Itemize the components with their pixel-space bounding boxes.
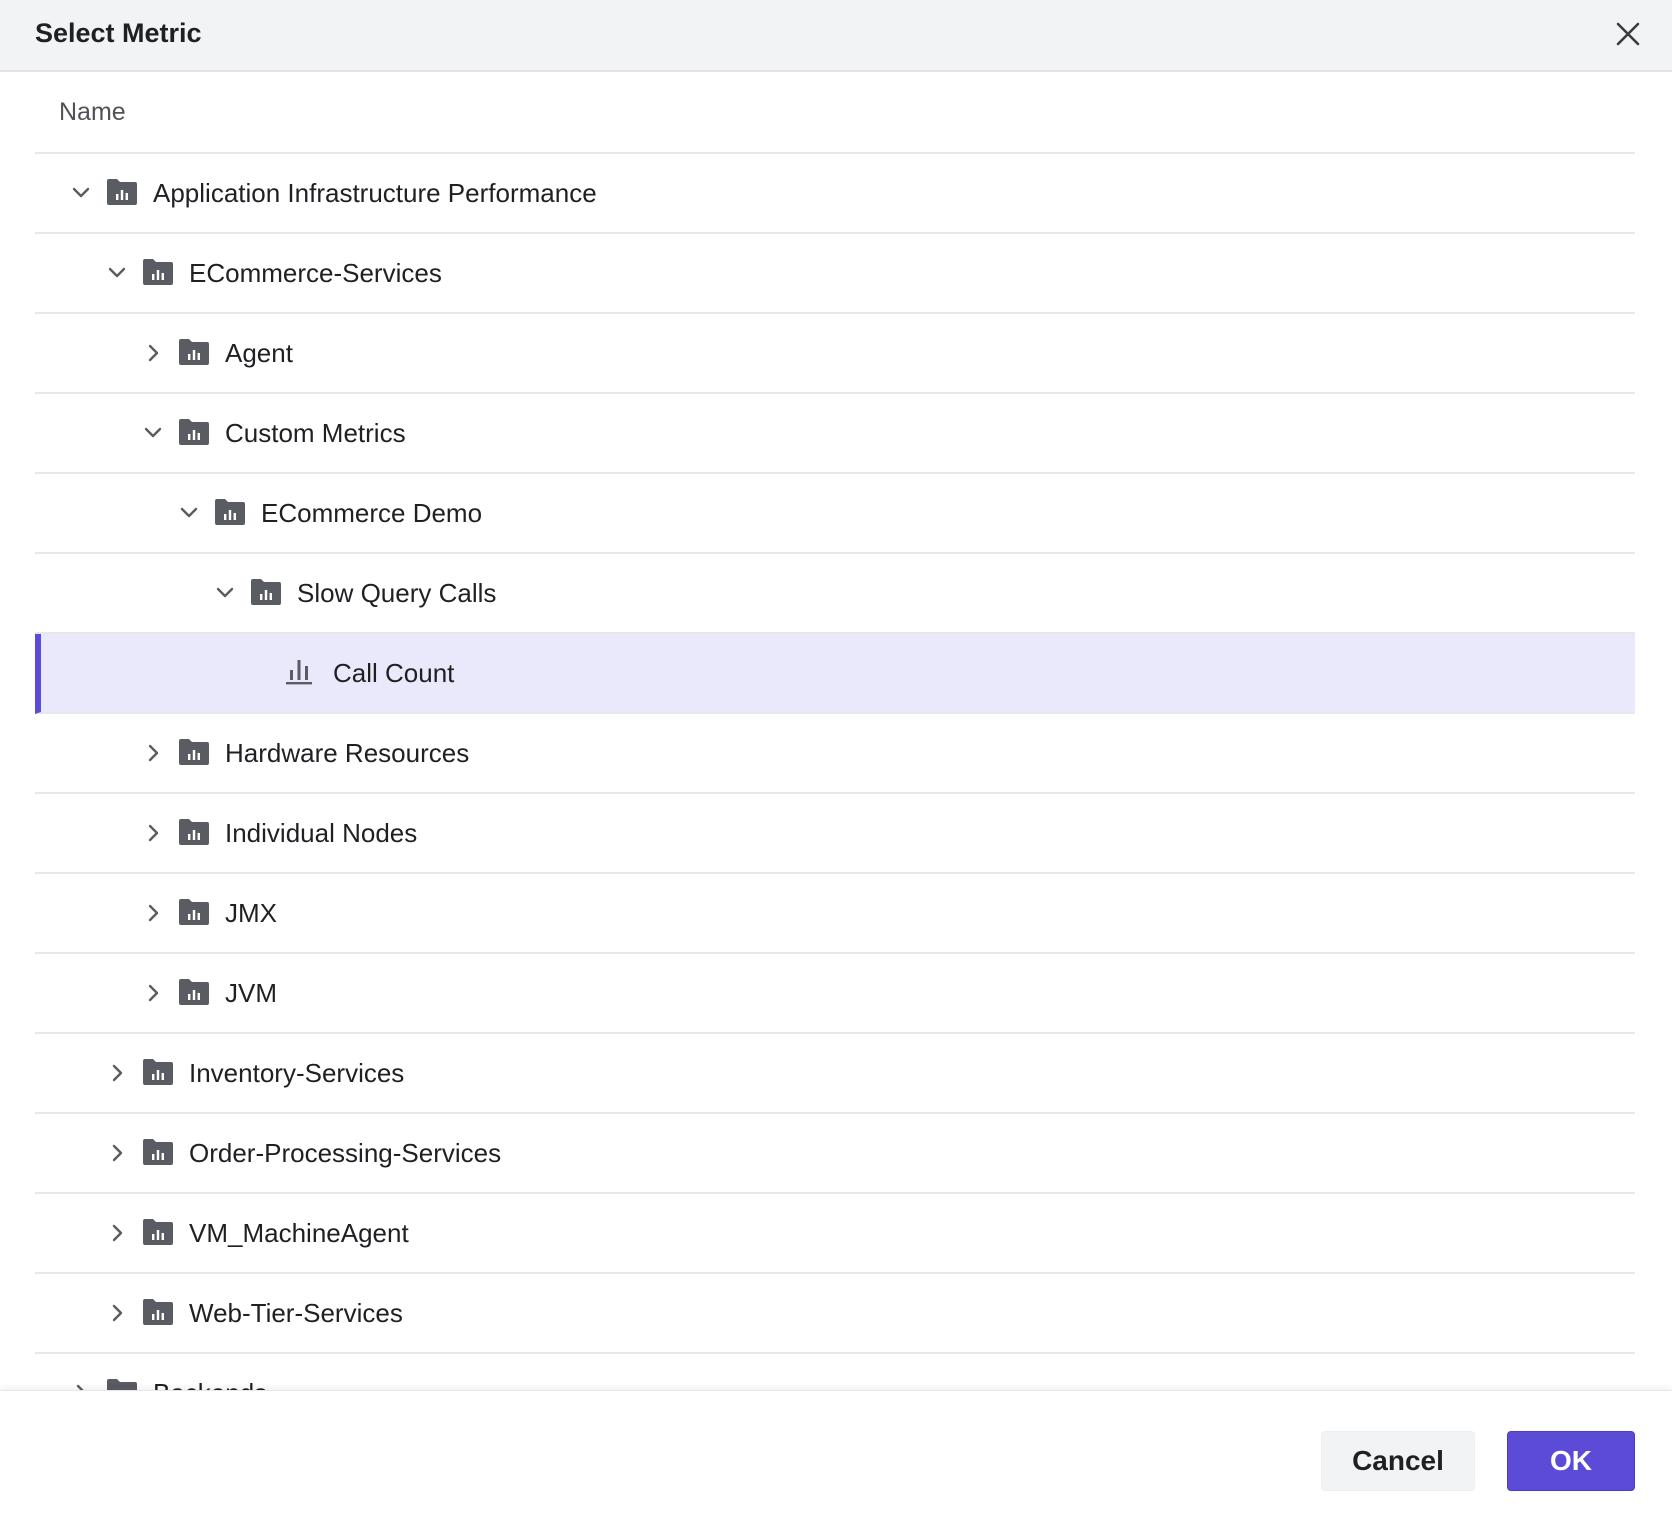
chevron-right-icon[interactable]	[105, 1301, 129, 1325]
tree-row-label: JVM	[225, 978, 277, 1008]
tree-row-label: Order-Processing-Services	[189, 1138, 502, 1168]
tree-row[interactable]: Inventory-Services	[35, 1034, 1635, 1114]
tree-row[interactable]: JMX	[35, 874, 1635, 954]
select-metric-dialog: Select Metric Name Application Infrastru…	[0, 0, 1672, 1528]
tree-row[interactable]: Agent	[35, 314, 1635, 394]
tree-row-label: Call Count	[333, 658, 455, 688]
chevron-down-icon[interactable]	[105, 261, 129, 285]
close-button[interactable]	[1608, 14, 1648, 54]
metric-folder-icon	[250, 578, 282, 606]
metric-folder-icon	[106, 178, 138, 206]
chevron-right-icon[interactable]	[105, 1221, 129, 1245]
metric-folder-icon	[178, 418, 210, 446]
tree-row[interactable]: Slow Query Calls	[35, 554, 1635, 634]
tree-row-label: Application Infrastructure Performance	[153, 178, 597, 208]
tree-row[interactable]: VM_MachineAgent	[35, 1194, 1635, 1274]
tree-row[interactable]: Individual Nodes	[35, 794, 1635, 874]
tree-row-label: JMX	[225, 898, 277, 928]
tree-row[interactable]: Application Infrastructure Performance	[35, 154, 1635, 234]
tree-row[interactable]: Web-Tier-Services	[35, 1274, 1635, 1354]
tree-row[interactable]: Custom Metrics	[35, 394, 1635, 474]
tree-row-label: Slow Query Calls	[297, 578, 497, 608]
chevron-down-icon[interactable]	[141, 421, 165, 445]
metric-folder-icon	[142, 258, 174, 286]
tree-row[interactable]: ECommerce-Services	[35, 234, 1635, 314]
metric-folder-icon	[142, 1218, 174, 1246]
dialog-title: Select Metric	[35, 18, 202, 48]
tree-row-label: Hardware Resources	[225, 738, 470, 768]
metric-folder-icon	[178, 898, 210, 926]
tree-row-label: Backends	[153, 1376, 267, 1390]
tree-row-label: Web-Tier-Services	[189, 1298, 403, 1328]
metric-folder-icon	[178, 338, 210, 366]
metric-tree: Application Infrastructure Performance EC…	[35, 154, 1635, 1390]
metric-folder-icon	[214, 498, 246, 526]
chevron-right-icon[interactable]	[141, 901, 165, 925]
metric-folder-icon	[178, 738, 210, 766]
tree-row-label: Custom Metrics	[225, 418, 406, 448]
metric-folder-icon	[142, 1298, 174, 1326]
tree-row-label: Agent	[225, 338, 293, 368]
metric-folder-icon	[106, 1378, 138, 1390]
close-icon	[1616, 22, 1640, 46]
metric-folder-icon	[178, 818, 210, 846]
tree-row[interactable]: Hardware Resources	[35, 714, 1635, 794]
tree-row[interactable]: Order-Processing-Services	[35, 1114, 1635, 1194]
column-header-label: Name	[59, 98, 126, 126]
cancel-button[interactable]: Cancel	[1321, 1431, 1475, 1491]
ok-button[interactable]: OK	[1507, 1431, 1635, 1491]
metric-chart-icon	[284, 656, 314, 686]
chevron-right-icon[interactable]	[105, 1141, 129, 1165]
tree-row-label: ECommerce Demo	[261, 498, 483, 528]
metric-folder-icon	[178, 978, 210, 1006]
chevron-right-icon[interactable]	[141, 821, 165, 845]
dialog-header: Select Metric	[0, 0, 1672, 72]
chevron-right-icon[interactable]	[141, 741, 165, 765]
tree-row-label: ECommerce-Services	[189, 258, 442, 288]
dialog-footer: Cancel OK	[0, 1390, 1672, 1528]
tree-row[interactable]: Call Count	[35, 634, 1635, 714]
chevron-right-icon[interactable]	[105, 1061, 129, 1085]
tree-row[interactable]: ECommerce Demo	[35, 474, 1635, 554]
chevron-right-icon[interactable]	[69, 1381, 93, 1390]
chevron-right-icon[interactable]	[141, 981, 165, 1005]
column-header-name[interactable]: Name	[35, 72, 1635, 154]
chevron-down-icon[interactable]	[69, 181, 93, 205]
chevron-down-icon[interactable]	[177, 501, 201, 525]
chevron-down-icon[interactable]	[213, 581, 237, 605]
metric-folder-icon	[142, 1058, 174, 1086]
metric-folder-icon	[142, 1138, 174, 1166]
tree-row-label: VM_MachineAgent	[189, 1218, 409, 1248]
tree-row-label: Individual Nodes	[225, 818, 418, 848]
chevron-right-icon[interactable]	[141, 341, 165, 365]
tree-row-label: Inventory-Services	[189, 1058, 405, 1088]
tree-row[interactable]: JVM	[35, 954, 1635, 1034]
tree-row[interactable]: Backends	[35, 1354, 1635, 1390]
